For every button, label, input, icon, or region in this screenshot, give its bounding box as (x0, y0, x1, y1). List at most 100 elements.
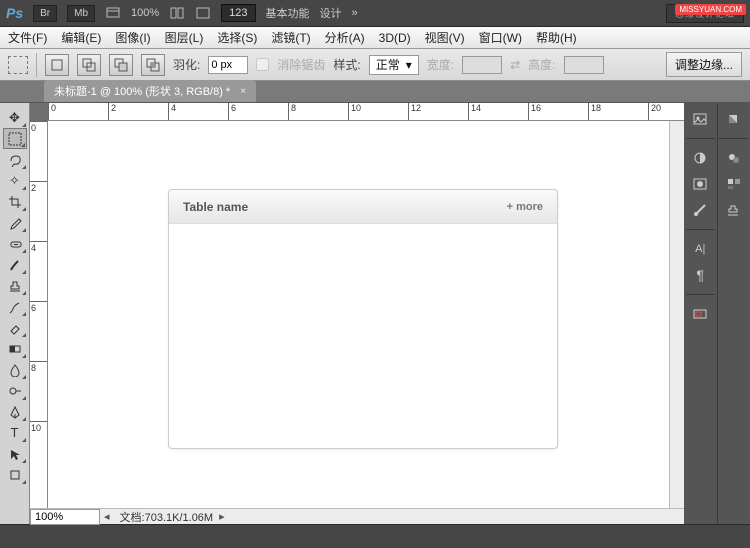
sel-intersect-button[interactable] (141, 54, 165, 76)
lasso-tool[interactable] (3, 149, 27, 170)
menu-layer[interactable]: 图层(L) (165, 29, 204, 46)
sel-subtract-button[interactable] (109, 54, 133, 76)
ruler-tick: 20 (648, 103, 661, 120)
canvas-area: 0 2 4 6 8 10 12 14 16 18 20 0 2 4 6 8 10 (30, 103, 684, 524)
history-brush-tool[interactable] (3, 296, 27, 317)
swap-icon: ⇄ (510, 58, 520, 72)
menu-window[interactable]: 窗口(W) (479, 29, 522, 46)
path-select-tool[interactable] (3, 443, 27, 464)
height-label: 高度: (528, 56, 555, 73)
workspace-design[interactable]: 设计 (320, 5, 342, 21)
menu-select[interactable]: 选择(S) (217, 29, 257, 46)
canvas[interactable]: Table name + more (48, 121, 684, 508)
eyedropper-tool[interactable] (3, 212, 27, 233)
ruler-tick: 10 (30, 421, 47, 433)
menu-3d[interactable]: 3D(D) (379, 31, 411, 45)
status-strip: ◂ 文档:703.1K/1.06M ▸ (30, 508, 684, 524)
menu-edit[interactable]: 编辑(E) (61, 29, 101, 46)
menu-image[interactable]: 图像(I) (115, 29, 150, 46)
panel-divider (686, 229, 715, 230)
ruler-tick: 6 (30, 301, 47, 313)
separator (36, 53, 37, 77)
watermark: MISSYUAN.COM (675, 4, 746, 15)
zoom-input[interactable] (30, 509, 100, 525)
eraser-tool[interactable] (3, 317, 27, 338)
style-select[interactable]: 正常▾ (369, 55, 419, 75)
menu-view[interactable]: 视图(V) (425, 29, 465, 46)
blur-tool[interactable] (3, 359, 27, 380)
nav-123-button[interactable]: 123 (221, 4, 255, 22)
table-more-link[interactable]: + more (507, 201, 543, 213)
styles-panel-icon[interactable] (723, 174, 745, 194)
adjust-panel-icon[interactable] (689, 148, 711, 168)
move-tool[interactable]: ✥ (3, 107, 27, 128)
workspace-essentials[interactable]: 基本功能 (266, 5, 310, 21)
menu-analysis[interactable]: 分析(A) (325, 29, 365, 46)
feather-input[interactable] (208, 56, 248, 74)
clone-panel-icon[interactable] (723, 200, 745, 220)
shape-tool[interactable] (3, 464, 27, 485)
menu-help[interactable]: 帮助(H) (536, 29, 577, 46)
swatch-panel-icon[interactable] (723, 109, 745, 129)
horizontal-ruler[interactable]: 0 2 4 6 8 10 12 14 16 18 20 (48, 103, 684, 121)
chevron-right-icon[interactable]: ▸ (219, 510, 225, 523)
pen-tool[interactable] (3, 401, 27, 422)
zoom-level[interactable]: 100% (131, 7, 159, 19)
panel-divider (686, 138, 715, 139)
document-tab-row: 未标题-1 @ 100% (形状 3, RGB/8) * × (0, 81, 750, 103)
ruler-tick: 4 (168, 103, 176, 120)
screen-mode-icon[interactable] (105, 6, 121, 20)
vertical-scrollbar[interactable] (669, 121, 684, 508)
brush-tool[interactable] (3, 254, 27, 275)
bridge-button[interactable]: Br (33, 5, 57, 22)
table-header: Table name + more (169, 190, 557, 224)
ruler-tick: 0 (48, 103, 56, 120)
feather-label: 羽化: (173, 56, 200, 73)
mask-panel-icon[interactable] (689, 174, 711, 194)
nav-panel-icon[interactable] (689, 304, 711, 324)
ruler-tick: 4 (30, 241, 47, 253)
ruler-tick: 16 (528, 103, 541, 120)
layers-panel-icon[interactable] (689, 109, 711, 129)
char-panel-icon[interactable]: A| (689, 239, 711, 259)
table-card: Table name + more (168, 189, 558, 449)
marquee-tool[interactable] (3, 128, 27, 149)
menu-filter[interactable]: 滤镜(T) (271, 29, 310, 46)
menu-bar: 文件(F) 编辑(E) 图像(I) 图层(L) 选择(S) 滤镜(T) 分析(A… (0, 27, 750, 49)
height-input (564, 56, 604, 74)
wand-tool[interactable]: ✧ (3, 170, 27, 191)
chevron-down-icon: ▾ (406, 58, 412, 72)
screen-icon[interactable] (195, 6, 211, 20)
color-panel-icon[interactable] (723, 148, 745, 168)
antialias-label: 消除锯齿 (277, 56, 325, 73)
crop-tool[interactable] (3, 191, 27, 212)
heal-tool[interactable] (3, 233, 27, 254)
sel-add-button[interactable] (77, 54, 101, 76)
ruler-tick: 12 (408, 103, 421, 120)
main-area: ✥ ✧ T 0 2 4 6 8 10 12 14 16 18 20 (0, 103, 750, 524)
antialias-checkbox (256, 58, 269, 71)
width-input (462, 56, 502, 74)
menu-file[interactable]: 文件(F) (8, 29, 47, 46)
marquee-preset-icon[interactable] (8, 56, 28, 74)
doc-size-label[interactable]: 文档:703.1K/1.06M (114, 509, 220, 525)
minibridge-button[interactable]: Mb (67, 5, 95, 22)
vertical-ruler[interactable]: 0 2 4 6 8 10 (30, 121, 48, 508)
workspace-more[interactable]: » (352, 7, 358, 19)
sel-new-button[interactable] (45, 54, 69, 76)
ruler-tick: 2 (108, 103, 116, 120)
arrange-icon[interactable] (169, 6, 185, 20)
stamp-tool[interactable] (3, 275, 27, 296)
ruler-tick: 14 (468, 103, 481, 120)
ruler-tick: 10 (348, 103, 361, 120)
brush-preset-icon[interactable] (689, 200, 711, 220)
close-tab-icon[interactable]: × (240, 86, 246, 97)
para-panel-icon[interactable]: ¶ (689, 265, 711, 285)
refine-edge-button[interactable]: 调整边缘... (666, 52, 742, 77)
document-tab[interactable]: 未标题-1 @ 100% (形状 3, RGB/8) * × (44, 80, 256, 102)
type-tool[interactable]: T (3, 422, 27, 443)
dodge-tool[interactable] (3, 380, 27, 401)
panel-divider (719, 138, 748, 139)
gradient-tool[interactable] (3, 338, 27, 359)
scroll-left-icon[interactable]: ◂ (100, 510, 114, 523)
